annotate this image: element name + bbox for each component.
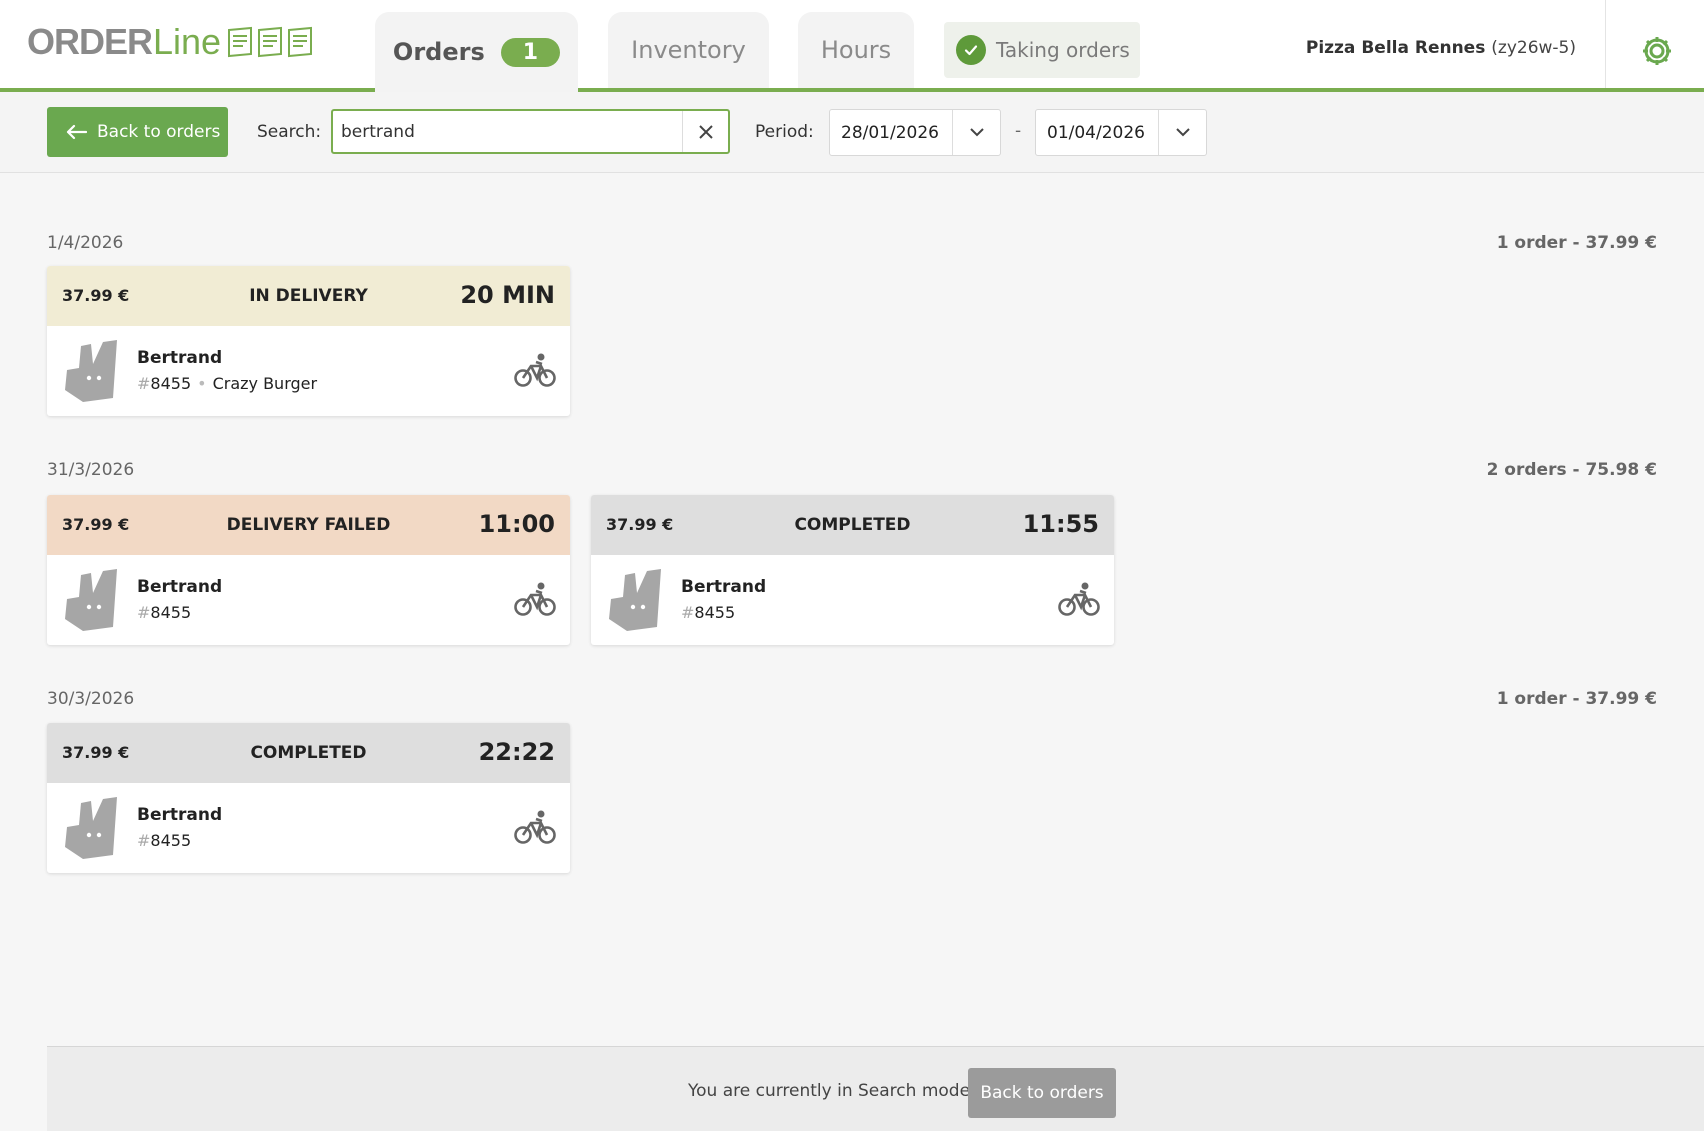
taking-orders-toggle[interactable]: Taking orders <box>944 22 1140 78</box>
order-status-bar: 37.99 € DELIVERY FAILED 11:00 <box>47 495 570 555</box>
order-number: 8455 <box>150 831 192 850</box>
arrow-left-icon <box>66 124 87 140</box>
deliveroo-bag-icon <box>63 340 119 406</box>
order-meta: #8455 <box>137 603 192 622</box>
customer-name: Bertrand <box>137 577 223 597</box>
group-summary: 1 order - 37.99 € <box>1496 233 1657 253</box>
search-value: bertrand <box>341 122 415 142</box>
bicycle-icon <box>514 809 556 849</box>
footer-back-to-orders-button[interactable]: Back to orders <box>968 1068 1116 1118</box>
back-to-orders-label: Back to orders <box>97 122 221 142</box>
app-header: ORDER Line Orders 1 Inventory Hours Taki… <box>0 0 1704 92</box>
date-from-value: 28/01/2026 <box>841 123 939 143</box>
order-meta: #8455 <box>681 603 736 622</box>
tab-inventory-label: Inventory <box>631 36 746 64</box>
footer-back-to-orders-label: Back to orders <box>980 1083 1104 1103</box>
order-card[interactable]: 37.99 € IN DELIVERY 20 MIN Bertrand #845… <box>47 266 570 416</box>
deliveroo-bag-icon <box>607 569 663 635</box>
restaurant-code: (zy26w-5) <box>1491 38 1576 58</box>
search-mode-message: You are currently in Search mode. <box>688 1081 976 1101</box>
customer-name: Bertrand <box>681 577 767 597</box>
tab-hours[interactable]: Hours <box>798 12 914 88</box>
order-meta: #8455 • Crazy Burger <box>137 374 318 393</box>
search-toolbar: Back to orders Search: bertrand Period: … <box>0 92 1704 173</box>
bicycle-icon <box>514 581 556 621</box>
deliveroo-bag-icon <box>63 569 119 635</box>
app-logo[interactable]: ORDER Line <box>27 21 313 62</box>
deliveroo-bag-icon <box>63 797 119 863</box>
order-time: 22:22 <box>478 738 555 766</box>
customer-name: Bertrand <box>137 348 223 368</box>
order-number: 8455 <box>150 603 192 622</box>
period-label: Period: <box>755 122 814 142</box>
orders-count-badge: 1 <box>500 37 561 67</box>
group-summary: 1 order - 37.99 € <box>1496 689 1657 709</box>
order-card[interactable]: 37.99 € COMPLETED 11:55 Bertrand #8455 <box>591 495 1114 645</box>
group-date: 1/4/2026 <box>47 233 124 253</box>
bicycle-icon <box>1058 581 1100 621</box>
bicycle-icon <box>514 352 556 392</box>
order-card[interactable]: 37.99 € COMPLETED 22:22 Bertrand #8455 <box>47 723 570 873</box>
tab-hours-label: Hours <box>820 36 892 64</box>
order-status-bar: 37.99 € IN DELIVERY 20 MIN <box>47 266 570 326</box>
search-mode-footer: You are currently in Search mode. Back t… <box>47 1046 1704 1131</box>
chevron-down-icon[interactable] <box>1158 110 1206 155</box>
order-number: 8455 <box>694 603 736 622</box>
order-time: 11:55 <box>1022 510 1099 538</box>
order-status-bar: 37.99 € COMPLETED 11:55 <box>591 495 1114 555</box>
tab-inventory[interactable]: Inventory <box>608 12 769 88</box>
order-time: 11:00 <box>478 510 555 538</box>
tab-orders-label: Orders <box>392 38 485 66</box>
gear-icon[interactable] <box>1640 34 1674 72</box>
logo-line-text: Line <box>153 21 222 62</box>
receipts-icon <box>227 26 313 58</box>
order-time: 20 MIN <box>460 281 555 309</box>
date-to-value: 01/04/2026 <box>1047 123 1145 143</box>
order-meta: #8455 <box>137 831 192 850</box>
date-separator: - <box>1015 121 1022 141</box>
group-summary: 2 orders - 75.98 € <box>1486 460 1657 480</box>
check-icon <box>956 35 986 65</box>
order-card[interactable]: 37.99 € DELIVERY FAILED 11:00 Bertrand #… <box>47 495 570 645</box>
close-icon[interactable] <box>682 111 728 152</box>
back-to-orders-button[interactable]: Back to orders <box>47 107 228 157</box>
restaurant-name: Pizza Bella Rennes (zy26w-5) <box>1306 38 1576 58</box>
date-to-picker[interactable]: 01/04/2026 <box>1035 109 1207 156</box>
order-number: 8455 <box>150 374 192 393</box>
order-brand: Crazy Burger <box>212 374 318 393</box>
header-divider <box>1605 0 1606 88</box>
customer-name: Bertrand <box>137 805 223 825</box>
search-label: Search: <box>257 122 322 142</box>
taking-orders-label: Taking orders <box>996 38 1130 62</box>
order-status-bar: 37.99 € COMPLETED 22:22 <box>47 723 570 783</box>
logo-order-text: ORDER <box>27 21 153 62</box>
search-input[interactable]: bertrand <box>331 109 730 154</box>
group-date: 30/3/2026 <box>47 689 135 709</box>
date-from-picker[interactable]: 28/01/2026 <box>829 109 1001 156</box>
restaurant-name-text: Pizza Bella Rennes <box>1305 38 1486 58</box>
tab-orders[interactable]: Orders 1 <box>375 12 578 92</box>
chevron-down-icon[interactable] <box>952 110 1000 155</box>
group-date: 31/3/2026 <box>47 460 135 480</box>
